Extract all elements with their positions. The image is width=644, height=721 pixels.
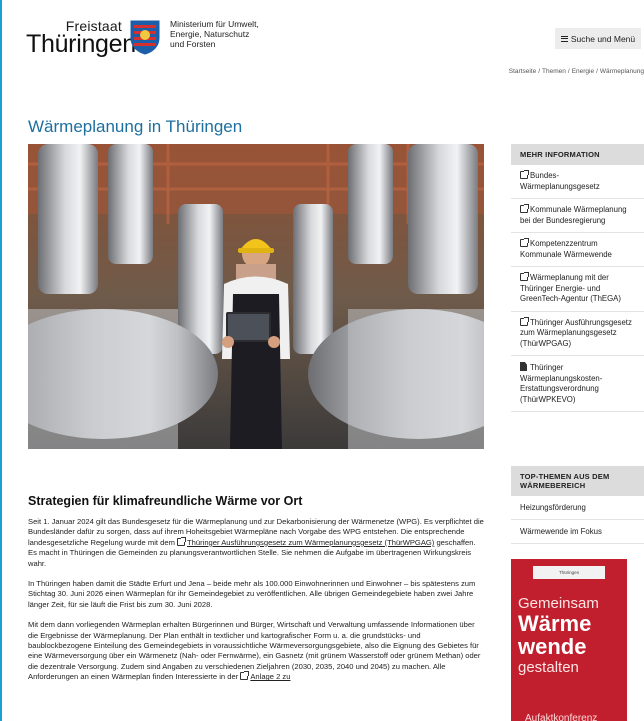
page: Freistaat Thüringen Ministerium für Umwe… (0, 0, 644, 721)
external-link-icon (240, 671, 250, 681)
promo-line: Wärme (518, 611, 592, 636)
hamburger-icon (560, 35, 568, 42)
external-link-icon (177, 536, 187, 546)
hero-image (28, 144, 484, 449)
ministry-line: Ministerium für Umwelt, (170, 19, 259, 29)
promo-line: Aufaktkonferenz (525, 713, 598, 721)
sidebar-link-bundes-waermeplanungsgesetz[interactable]: Bundes-Wärmeplanungsgesetz (511, 165, 644, 199)
sidebar-link-label: Thüringer Wärmeplanungskosten-Erstattung… (520, 363, 603, 404)
article: Strategien für klimafreundliche Wärme vo… (28, 494, 484, 693)
article-heading: Strategien für klimafreundliche Wärme vo… (28, 494, 303, 508)
sidebar-link-thega[interactable]: Wärmeplanung mit der Thüringer Energie- … (511, 267, 644, 312)
link-anlage-2[interactable]: Anlage 2 zu (240, 671, 291, 682)
promo-banner[interactable]: Thüringen Gemeinsam Wärme wende gestalte… (511, 559, 627, 721)
link-thuerwpgag[interactable]: Thüringer Ausführungsgesetz zum Wärmepla… (177, 536, 435, 547)
breadcrumb-item[interactable]: Themen (542, 68, 566, 75)
top-topics: TOP-THEMEN AUS DEM WÄRMEBEREICH Heizungs… (511, 466, 644, 544)
article-paragraph: Seit 1. Januar 2024 gilt das Bundesgeset… (28, 517, 484, 569)
coat-of-arms-icon (130, 20, 160, 55)
breadcrumb: Startseite / Themen / Energie / Wärmeplanung (508, 68, 644, 75)
industrial-worker-photo (28, 144, 484, 449)
more-info-list: Bundes-Wärmeplanungsgesetz Kommunale Wär… (511, 165, 644, 412)
promo-logo: Thüringen (533, 566, 605, 579)
search-and-menu-button[interactable]: Suche und Menü (555, 28, 641, 49)
top-topic-waermewende-im-fokus[interactable]: Wärmewende im Fokus (511, 520, 644, 544)
sidebar-link-kommunale-waermeplanung[interactable]: Kommunale Wärmeplanung bei der Bundesreg… (511, 199, 644, 233)
sidebar-link-thuerwpkevo[interactable]: Thüringer Wärmeplanungskosten-Erstattung… (511, 356, 644, 412)
top-topic-heizungsfoerderung[interactable]: Heizungsförderung (511, 496, 644, 520)
thueringen-logo[interactable]: Freistaat Thüringen (26, 18, 160, 58)
sidebar-link-label: Kompetenzzentrum Kommunale Wärmewende (520, 239, 612, 259)
external-link-icon (520, 204, 529, 213)
more-info-heading: MEHR INFORMATION (511, 144, 644, 165)
sidebar-link-label: Thüringer Ausführungsgesetz zum Wärmepla… (520, 317, 632, 348)
external-link-icon (520, 170, 529, 179)
sidebar-link-label: Wärmeplanung mit der Thüringer Energie- … (520, 273, 621, 303)
sidebar-link-thuerwpgag[interactable]: Thüringer Ausführungsgesetz zum Wärmepla… (511, 312, 644, 356)
promo-line: Gemeinsam (518, 595, 599, 612)
external-link-icon (520, 238, 529, 247)
ministry-line: Energie, Naturschutz (170, 29, 250, 39)
external-link-icon (520, 316, 529, 326)
article-paragraph: Mit dem dann vorliegenden Wärmeplan erha… (28, 620, 484, 682)
logo-big-text: Thüringen (26, 30, 136, 58)
ministry-line: und Forsten (170, 39, 216, 49)
breadcrumb-item[interactable]: Energie (572, 68, 594, 75)
promo-line: gestalten (518, 659, 579, 676)
link-label: Thüringer Ausführungsgesetz zum Wärmepla… (187, 537, 435, 547)
breadcrumb-item[interactable]: Startseite (509, 68, 536, 75)
menu-button-label: Suche und Menü (570, 33, 636, 44)
page-title: Wärmeplanung in Thüringen (28, 117, 243, 136)
top-topics-heading: TOP-THEMEN AUS DEM WÄRMEBEREICH (511, 466, 644, 496)
sidebar: MEHR INFORMATION Bundes-Wärmeplanungsges… (511, 144, 644, 412)
external-link-icon (520, 272, 529, 281)
article-paragraph: In Thüringen haben damit die Städte Erfu… (28, 579, 476, 609)
pdf-icon (520, 362, 527, 371)
promo-line: wende (518, 634, 587, 659)
sidebar-link-kompetenzzentrum[interactable]: Kompetenzzentrum Kommunale Wärmewende (511, 233, 644, 267)
ministry-name: Ministerium für Umwelt, Energie, Natursc… (170, 19, 280, 49)
breadcrumb-item-current: Wärmeplanung (599, 68, 644, 75)
site-header: Freistaat Thüringen Ministerium für Umwe… (2, 0, 644, 95)
sidebar-link-label: Kommunale Wärmeplanung bei der Bundesreg… (520, 205, 627, 225)
sidebar-link-label: Bundes-Wärmeplanungsgesetz (520, 171, 600, 191)
promo-text: Gemeinsam Wärme wende gestalten (518, 595, 599, 677)
link-label: Anlage 2 zu (250, 672, 291, 682)
